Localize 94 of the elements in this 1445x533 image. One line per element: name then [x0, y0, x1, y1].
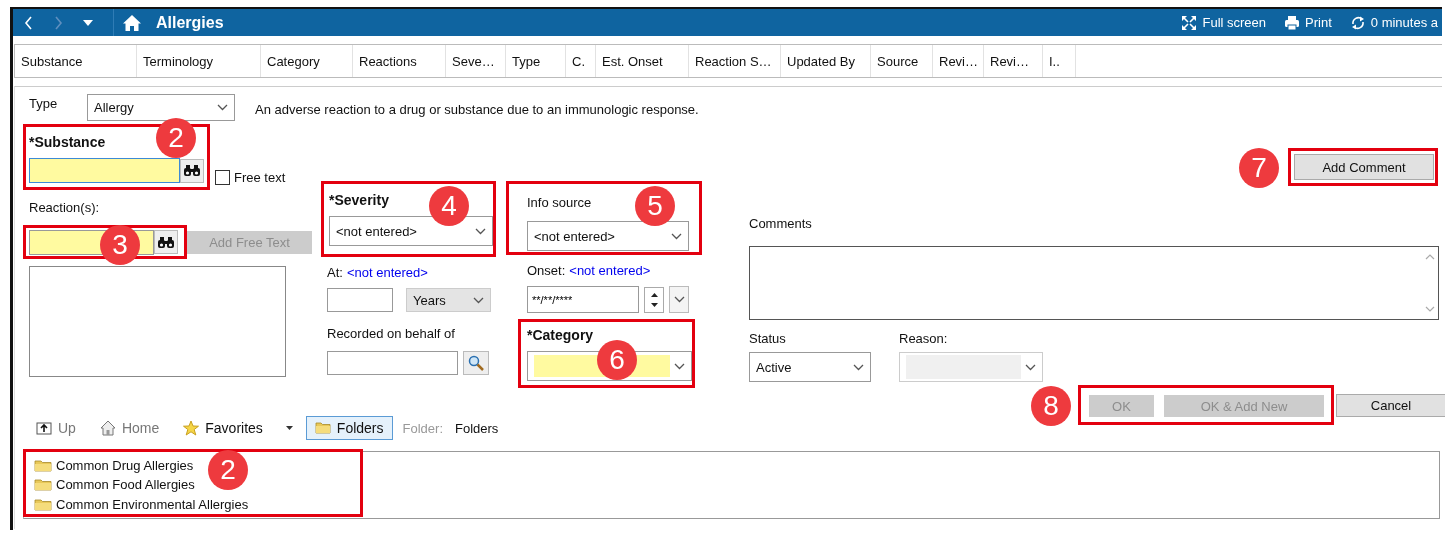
date-field[interactable]: **/**/**** — [527, 286, 639, 313]
scrollbar-arrows-icon — [1425, 253, 1435, 313]
column-header[interactable]: Type — [506, 45, 566, 77]
field-label: Recorded on behalf of — [327, 326, 455, 341]
binoculars-icon — [183, 164, 201, 177]
search-button[interactable] — [154, 230, 178, 254]
column-header[interactable]: Substance — [15, 45, 137, 77]
field-label: Reason: — [899, 331, 949, 346]
step-number-overlay: 8 — [1031, 386, 1071, 426]
column-header[interactable]: Reaction S… — [689, 45, 781, 77]
spin-arrows-icon — [649, 290, 659, 309]
column-header[interactable]: Revi… — [984, 45, 1043, 77]
checkbox[interactable] — [215, 170, 230, 185]
field-label: Comments — [749, 216, 812, 231]
fullscreen-icon — [1181, 14, 1198, 31]
column-header[interactable]: Source — [871, 45, 933, 77]
recorded-by-field[interactable] — [327, 351, 458, 375]
toolbar-button[interactable]: Folders — [305, 416, 393, 440]
column-header[interactable]: Reactions — [353, 45, 446, 77]
column-header[interactable]: Seve… — [446, 45, 506, 77]
dropdown[interactable]: Active — [749, 352, 871, 382]
step-number-overlay: 4 — [429, 186, 469, 226]
folder-icon — [34, 459, 52, 473]
field-label: At: — [327, 265, 343, 280]
caret-down-icon — [285, 426, 293, 430]
step-number-overlay: 3 — [100, 225, 140, 265]
field-label: *Substance — [29, 134, 106, 150]
field-label: Reaction(s): — [29, 200, 100, 215]
column-header[interactable]: Revi… — [933, 45, 984, 77]
column-header[interactable]: Updated By — [781, 45, 871, 77]
star-icon — [183, 420, 200, 436]
chevron-down-icon — [473, 296, 484, 304]
field-label: *Severity — [329, 192, 389, 208]
folder-item[interactable]: Common Environmental Allergies — [34, 494, 249, 514]
step-number-overlay: 2 — [208, 450, 248, 490]
chevron-down-icon — [674, 362, 685, 370]
dropdown[interactable]: Years — [406, 288, 491, 312]
house-icon — [99, 420, 116, 436]
folder-icon — [34, 497, 52, 511]
step-number-overlay: 6 — [597, 340, 637, 380]
field-label: Type — [28, 95, 59, 111]
chevron-down-icon — [217, 104, 228, 111]
binoculars-icon — [157, 235, 175, 249]
search-icon — [468, 355, 484, 371]
folder-item[interactable]: Common Food Allergies — [34, 475, 195, 495]
toolbar-button[interactable]: Full screen — [1181, 14, 1267, 31]
folder-icon — [314, 420, 331, 436]
field-label: *Category — [527, 327, 594, 343]
home-icon — [122, 13, 142, 32]
field-label: Info source — [527, 195, 592, 210]
column-header[interactable]: Terminology — [137, 45, 261, 77]
checkbox-label: Free text — [234, 170, 286, 185]
chevron-down-icon — [671, 232, 682, 240]
substance-field[interactable] — [29, 158, 180, 183]
not-entered-link[interactable]: <not entered> — [569, 263, 651, 278]
folder-icon — [34, 478, 52, 492]
dropdown[interactable]: Allergy — [87, 94, 235, 121]
chevron-down-icon — [475, 227, 486, 235]
column-header[interactable]: I.. — [1043, 45, 1076, 77]
not-entered-link[interactable]: <not entered> — [346, 265, 428, 280]
folder-path-text: Folders — [455, 420, 499, 436]
column-header[interactable]: Est. Onset — [596, 45, 689, 77]
dropdown[interactable]: <not entered> — [329, 216, 493, 246]
refresh-icon — [1349, 14, 1366, 31]
step-number-overlay: 7 — [1239, 148, 1279, 188]
field-label: Folder: — [402, 420, 443, 436]
cancel-button[interactable]: Cancel — [1336, 393, 1445, 417]
field-label: Status — [749, 331, 787, 346]
search-button[interactable] — [180, 158, 204, 183]
add-comment-button[interactable]: Add Comment — [1294, 154, 1434, 180]
window-title: Allergies — [156, 13, 224, 32]
spin-button[interactable] — [644, 286, 664, 313]
step-number-overlay: 5 — [635, 186, 675, 226]
dropdown[interactable]: <not entered> — [527, 221, 689, 251]
column-header[interactable]: Category — [261, 45, 353, 77]
chevron-down-icon — [673, 296, 685, 303]
step-number-overlay: 2 — [156, 118, 196, 158]
caret-down-icon — [83, 19, 93, 26]
folder-up-icon — [36, 420, 52, 436]
printer-icon — [1284, 14, 1301, 31]
toolbar-button[interactable]: Print — [1284, 14, 1332, 31]
reaction-list[interactable] — [29, 266, 286, 377]
column-header[interactable]: C. — [566, 45, 596, 77]
folder-item[interactable]: Common Drug Allergies — [34, 456, 194, 476]
chevron-down-icon — [853, 363, 864, 371]
toolbar-button[interactable]: Favorites — [177, 416, 269, 440]
age-field[interactable] — [327, 288, 393, 312]
chevron-down-icon — [1025, 363, 1036, 371]
chevron-left-icon — [23, 15, 33, 30]
field-label: Onset: — [527, 263, 566, 278]
description-text: An adverse reaction to a drug or substance due to an immunologic response. — [255, 102, 699, 117]
comments-field[interactable] — [749, 246, 1439, 320]
toolbar-button[interactable]: 0 minutes a — [1349, 14, 1438, 31]
chevron-right-icon — [53, 15, 63, 30]
